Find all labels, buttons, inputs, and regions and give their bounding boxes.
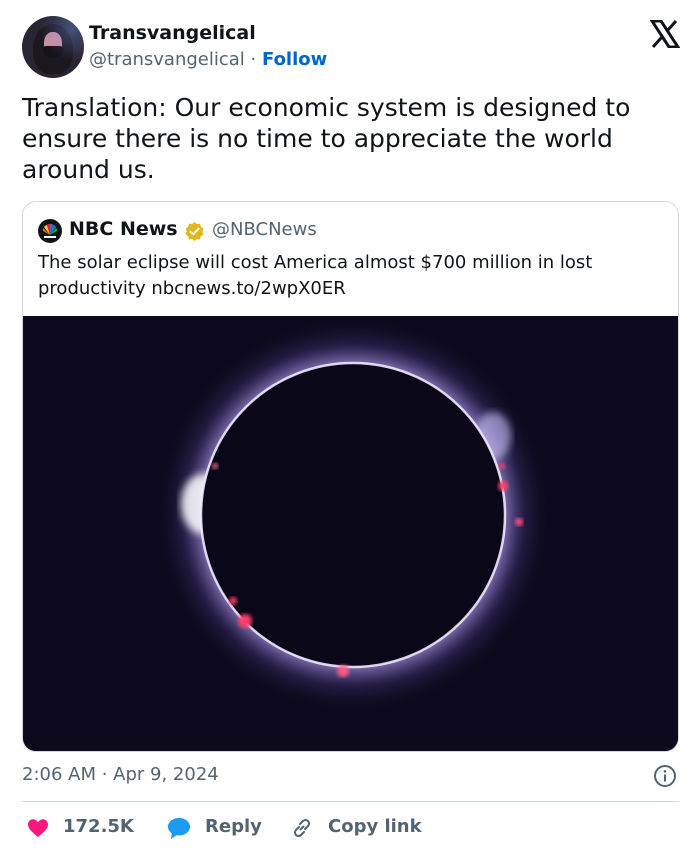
reply-bubble-icon [168,818,190,839]
x-logo-icon[interactable] [650,20,680,48]
copy-link-label: Copy link [328,816,422,837]
author-handle[interactable]: @transvangelical [89,49,245,70]
tweet-header: Transvangelical @transvangelical · Follo… [22,16,682,78]
author-display-name[interactable]: Transvangelical [89,22,256,44]
heart-icon [28,819,48,837]
avatar[interactable] [22,16,84,78]
timestamp[interactable]: 2:06 AM · Apr 9, 2024 [22,764,219,785]
handle-separator: · [250,49,257,70]
quoted-tweet-card[interactable]: NBC News @NBCNews The solar eclipse will… [22,201,679,752]
verified-badge-icon [185,221,204,242]
follow-link[interactable]: Follow [262,49,327,70]
tweet-meta: 2:06 AM · Apr 9, 2024 [22,764,679,788]
like-count: 172.5K [63,816,134,837]
divider [22,801,679,802]
reply-label: Reply [205,816,262,837]
info-icon[interactable] [653,764,677,788]
author-handle-row: @transvangelical · Follow [89,49,327,70]
quoted-tweet-text: The solar eclipse will cost America almo… [38,252,593,299]
action-bar: 172.5K Reply Copy link [22,814,679,842]
tweet-text: Translation: Our economic system is desi… [22,93,631,184]
quoted-handle[interactable]: @NBCNews [212,219,317,240]
quoted-display-name[interactable]: NBC News [69,218,178,240]
nbc-peacock-icon [38,219,62,243]
eclipse-photo[interactable] [23,316,678,752]
link-icon [293,818,311,838]
